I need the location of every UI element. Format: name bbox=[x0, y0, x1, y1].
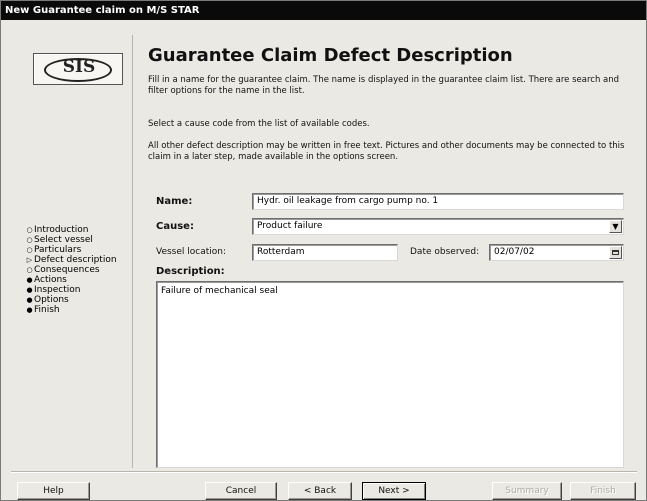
date-observed-label: Date observed: bbox=[410, 247, 480, 257]
cause-label: Cause: bbox=[156, 221, 194, 232]
step-options: ●Options bbox=[25, 295, 117, 305]
window-title: New Guarantee claim on M/S STAR bbox=[1, 1, 646, 20]
cancel-button[interactable]: Cancel bbox=[205, 482, 277, 500]
step-bullet-icon: ● bbox=[26, 306, 33, 314]
step-inspection: ●Inspection bbox=[25, 285, 117, 295]
sidebar: SIS ○Introduction ○Select vessel ○Partic… bbox=[15, 35, 133, 468]
step-label: Inspection bbox=[34, 285, 81, 295]
step-bullet-icon: ○ bbox=[26, 246, 33, 254]
vessel-location-input[interactable]: Rotterdam bbox=[252, 244, 398, 261]
logo-text: SIS bbox=[62, 57, 96, 77]
step-bullet-icon: ○ bbox=[26, 266, 33, 274]
page-title: Guarantee Claim Defect Description bbox=[148, 45, 513, 66]
description-textarea[interactable]: Failure of mechanical seal bbox=[156, 281, 624, 468]
step-finish: ●Finish bbox=[25, 305, 117, 315]
step-label: Consequences bbox=[34, 265, 100, 275]
step-label: Defect description bbox=[34, 255, 117, 265]
summary-button[interactable]: Summary bbox=[492, 482, 562, 500]
step-bullet-icon: ● bbox=[26, 286, 33, 294]
step-bullet-icon: ● bbox=[26, 296, 33, 304]
next-button[interactable]: Next > bbox=[362, 482, 426, 500]
sis-logo: SIS bbox=[33, 53, 123, 85]
wizard-steps-list: ○Introduction ○Select vessel ○Particular… bbox=[25, 225, 117, 315]
cause-select-value: Product failure bbox=[257, 221, 323, 231]
vessel-location-label: Vessel location: bbox=[156, 247, 227, 257]
intro-paragraph-cause: Select a cause code from the list of ava… bbox=[148, 119, 370, 129]
description-label: Description: bbox=[156, 266, 225, 277]
step-label: Select vessel bbox=[34, 235, 93, 245]
step-label: Particulars bbox=[34, 245, 82, 255]
cause-select[interactable]: Product failure ▼ bbox=[252, 218, 624, 235]
step-label: Introduction bbox=[34, 225, 89, 235]
back-button[interactable]: < Back bbox=[288, 482, 352, 500]
step-particulars: ○Particulars bbox=[25, 245, 117, 255]
wizard-window: New Guarantee claim on M/S STAR SIS ○Int… bbox=[0, 0, 647, 501]
step-label: Finish bbox=[34, 305, 60, 315]
step-actions: ●Actions bbox=[25, 275, 117, 285]
finish-button[interactable]: Finish bbox=[570, 482, 636, 500]
step-label: Actions bbox=[34, 275, 67, 285]
step-bullet-icon: ○ bbox=[26, 226, 33, 234]
intro-paragraph-name: Fill in a name for the guarantee claim. … bbox=[148, 75, 620, 96]
calendar-icon[interactable] bbox=[609, 246, 622, 259]
help-button[interactable]: Help bbox=[17, 482, 90, 500]
chevron-down-icon[interactable]: ▼ bbox=[609, 220, 622, 233]
step-label: Options bbox=[34, 295, 69, 305]
step-defect-description: ▷ Defect description bbox=[25, 255, 117, 265]
date-observed-value: 02/07/02 bbox=[494, 247, 535, 257]
name-label: Name: bbox=[156, 196, 193, 207]
footer-divider bbox=[11, 471, 637, 473]
step-bullet-icon: ● bbox=[26, 276, 33, 284]
step-bullet-icon: ○ bbox=[26, 236, 33, 244]
step-introduction: ○Introduction bbox=[25, 225, 117, 235]
name-input[interactable]: Hydr. oil leakage from cargo pump no. 1 bbox=[252, 193, 624, 210]
current-step-arrow-icon: ▷ bbox=[26, 256, 33, 264]
step-consequences: ○Consequences bbox=[25, 265, 117, 275]
step-select-vessel: ○Select vessel bbox=[25, 235, 117, 245]
date-observed-field[interactable]: 02/07/02 bbox=[489, 244, 624, 261]
intro-paragraph-description: All other defect description may be writ… bbox=[148, 141, 625, 162]
